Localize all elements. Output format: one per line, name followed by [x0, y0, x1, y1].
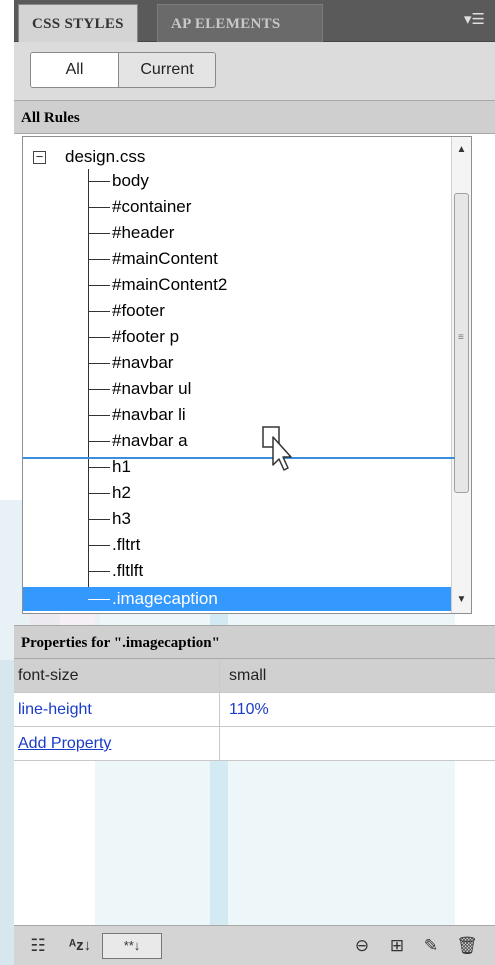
bottom-toolbar: ☷ ᴬz↓ **↓ ⊖ ⊞ ✎ 🗑	[14, 925, 495, 965]
stylesheet-row[interactable]: − design.css	[23, 145, 453, 169]
rule-label: .fltlft	[112, 561, 144, 580]
rule-item[interactable]: h3	[23, 507, 453, 531]
rule-label: #mainContent	[112, 249, 218, 268]
rule-label: #mainContent2	[112, 275, 228, 294]
sort-az-icon[interactable]: ᴬz↓	[60, 934, 100, 958]
rule-item[interactable]: #header	[23, 221, 453, 245]
stylesheet-label: design.css	[65, 147, 146, 166]
drag-insertion-line	[23, 457, 455, 459]
property-value[interactable]: small	[221, 659, 495, 693]
panel-menu-icon[interactable]: ▾☰	[464, 10, 485, 28]
show-set-properties-icon[interactable]: **↓	[102, 933, 162, 959]
rule-item[interactable]: #footer p	[23, 325, 453, 349]
edit-rule-icon[interactable]: ✎	[418, 934, 444, 958]
grip-icon: ≡	[458, 332, 464, 343]
rule-item[interactable]: .fltrt	[23, 533, 453, 557]
property-row[interactable]: line-height 110%	[14, 693, 495, 727]
properties-table: font-size small line-height 110% Add Pro…	[14, 659, 495, 761]
list-view-icon[interactable]: ☷	[26, 934, 50, 958]
all-button[interactable]: All	[31, 53, 119, 87]
rule-label: #navbar a	[112, 431, 188, 450]
rule-item[interactable]: #footer	[23, 299, 453, 323]
rule-item[interactable]: #navbar	[23, 351, 453, 375]
rule-label: #navbar	[112, 353, 174, 372]
rule-item-selected[interactable]: .imagecaption	[23, 587, 453, 611]
rule-item[interactable]: #mainContent2	[23, 273, 453, 297]
view-toggle-area: All Current	[14, 42, 495, 100]
attach-style-sheet-icon[interactable]: ⊖	[348, 934, 376, 958]
rule-label: .fltrt	[112, 535, 141, 554]
rules-scrollbar[interactable]: ▲ ≡ ▼	[451, 137, 471, 613]
property-name[interactable]: line-height	[14, 693, 220, 727]
rule-label: #footer p	[112, 327, 180, 346]
rule-item[interactable]: .fltlft	[23, 559, 453, 583]
delete-icon[interactable]: 🗑	[454, 934, 480, 958]
rule-label: h2	[112, 483, 131, 502]
property-value[interactable]: 110%	[221, 693, 495, 727]
rule-label: #header	[112, 223, 175, 242]
new-css-rule-icon[interactable]: ⊞	[384, 934, 410, 958]
rule-label: #navbar ul	[112, 379, 192, 398]
rule-item[interactable]: h2	[23, 481, 453, 505]
drag-cursor-icon	[262, 426, 292, 471]
tab-css-styles[interactable]: CSS STYLES	[18, 4, 138, 42]
panel-tab-bar: CSS STYLES AP ELEMENTS ▾☰	[14, 0, 495, 42]
rule-label: #navbar li	[112, 405, 186, 424]
property-name[interactable]: font-size	[14, 659, 220, 693]
collapse-icon[interactable]: −	[33, 150, 46, 164]
tab-ap-elements[interactable]: AP ELEMENTS	[157, 4, 323, 42]
rule-item[interactable]: #mainContent	[23, 247, 453, 271]
add-property-link[interactable]: Add Property	[18, 735, 111, 752]
all-rules-header: All Rules	[14, 100, 495, 134]
add-property-row: Add Property	[14, 727, 495, 761]
rule-label: h3	[112, 509, 131, 528]
properties-header: Properties for ".imagecaption"	[14, 625, 495, 659]
css-styles-panel: CSS STYLES AP ELEMENTS ▾☰ All Current Al…	[0, 0, 495, 965]
rule-label: #footer	[112, 301, 165, 320]
rule-item[interactable]: #navbar a	[23, 429, 453, 453]
scroll-down-icon[interactable]: ▼	[452, 591, 471, 609]
property-row[interactable]: font-size small	[14, 659, 495, 693]
scroll-up-icon[interactable]: ▲	[452, 141, 471, 159]
rule-item[interactable]: #navbar li	[23, 403, 453, 427]
rule-label: #container	[112, 197, 192, 216]
empty-value-cell	[221, 727, 495, 761]
view-toggle: All Current	[30, 52, 216, 88]
rule-label: body	[112, 171, 149, 190]
current-button[interactable]: Current	[119, 53, 215, 87]
rule-item[interactable]: #container	[23, 195, 453, 219]
scroll-thumb[interactable]: ≡	[454, 193, 469, 493]
rule-item[interactable]: #navbar ul	[23, 377, 453, 401]
add-property-cell: Add Property	[14, 727, 220, 761]
rules-tree: − design.css body #container #header #ma…	[22, 136, 472, 614]
rule-item[interactable]: body	[23, 169, 453, 193]
rule-label: .imagecaption	[112, 589, 218, 608]
